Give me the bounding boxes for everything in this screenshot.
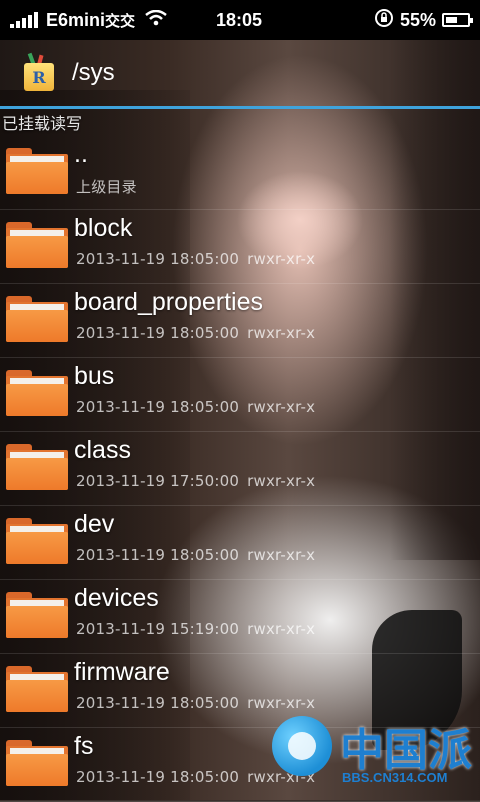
header-divider [0, 106, 480, 109]
file-permissions: rwxr-xr-x [247, 620, 316, 638]
folder-icon [6, 666, 68, 712]
file-permissions: rwxr-xr-x [247, 250, 316, 268]
file-name: fs [74, 732, 94, 760]
file-permissions: rwxr-xr-x [247, 546, 316, 564]
file-permissions: rwxr-xr-x [247, 472, 316, 490]
current-path: /sys [72, 59, 115, 86]
file-row[interactable]: board_properties 2013-11-19 18:05:00 rwxr-… [0, 284, 480, 358]
file-row[interactable]: .. 上级目录 [0, 136, 480, 210]
watermark-url: BBS.CN314.COM [342, 770, 448, 785]
file-permissions: rwxr-xr-x [247, 398, 316, 416]
folder-icon [6, 740, 68, 786]
file-row[interactable]: block 2013-11-19 18:05:00 rwxr-xr-x [0, 210, 480, 284]
title-bar: R /sys [0, 40, 480, 106]
file-name: block [74, 214, 133, 242]
folder-icon [6, 148, 68, 194]
file-meta: 上级目录 [76, 176, 145, 197]
signal-strength-icon [10, 12, 38, 28]
file-date: 2013-11-19 18:05:00 [76, 324, 240, 342]
file-date: 2013-11-19 18:05:00 [76, 546, 240, 564]
folder-icon [6, 518, 68, 564]
file-date: 2013-11-19 17:50:00 [76, 472, 240, 490]
file-name: board_properties [74, 288, 264, 316]
file-meta: 2013-11-19 18:05:00 rwxr-xr-x [76, 250, 315, 268]
folder-icon [6, 370, 68, 416]
file-name: bus [74, 362, 115, 390]
file-meta: 2013-11-19 18:05:00 rwxr-xr-x [76, 324, 315, 342]
clock: 18:05 [216, 9, 263, 30]
folder-icon [6, 296, 68, 342]
file-meta: 2013-11-19 17:50:00 rwxr-xr-x [76, 472, 315, 490]
file-list: .. 上级目录 block 2013-11-19 18:05:00 rwxr-xr-x b… [0, 136, 480, 802]
file-date: 上级目录 [76, 178, 137, 196]
folder-icon [6, 592, 68, 638]
file-row[interactable]: devices 2013-11-19 15:19:00 rwxr-xr-x [0, 580, 480, 654]
file-row[interactable]: bus 2013-11-19 18:05:00 rwxr-xr-x [0, 358, 480, 432]
file-meta: 2013-11-19 18:05:00 rwxr-xr-x [76, 398, 315, 416]
folder-icon [6, 444, 68, 490]
file-meta: 2013-11-19 15:19:00 rwxr-xr-x [76, 620, 315, 638]
file-date: 2013-11-19 18:05:00 [76, 250, 240, 268]
rotation-lock-icon [374, 8, 394, 33]
mount-status: 已挂载读写 [2, 114, 83, 133]
file-name: firmware [74, 658, 170, 686]
watermark: 中国派 BBS.CN314.COM [272, 704, 472, 796]
file-date: 2013-11-19 18:05:00 [76, 694, 240, 712]
battery-percent: 55% [399, 9, 436, 30]
carrier-name: E6mini交交 [46, 9, 136, 30]
folder-icon [6, 222, 68, 268]
file-date: 2013-11-19 18:05:00 [76, 768, 240, 786]
file-name: .. [74, 140, 88, 168]
file-date: 2013-11-19 15:19:00 [76, 620, 240, 638]
status-bar: E6mini交交 18:05 55% [0, 0, 480, 40]
file-meta: 2013-11-19 18:05:00 rwxr-xr-x [76, 546, 315, 564]
watermark-logo-icon [272, 716, 332, 776]
file-name: devices [74, 584, 159, 612]
app-logo-icon[interactable]: R [20, 52, 56, 93]
battery-icon [442, 13, 473, 27]
wifi-icon [145, 9, 167, 31]
file-date: 2013-11-19 18:05:00 [76, 398, 240, 416]
file-name: dev [74, 510, 115, 538]
file-name: class [74, 436, 131, 464]
file-row[interactable]: dev 2013-11-19 18:05:00 rwxr-xr-x [0, 506, 480, 580]
file-permissions: rwxr-xr-x [247, 324, 316, 342]
file-row[interactable]: class 2013-11-19 17:50:00 rwxr-xr-x [0, 432, 480, 506]
watermark-text: 中国派 [340, 725, 472, 776]
